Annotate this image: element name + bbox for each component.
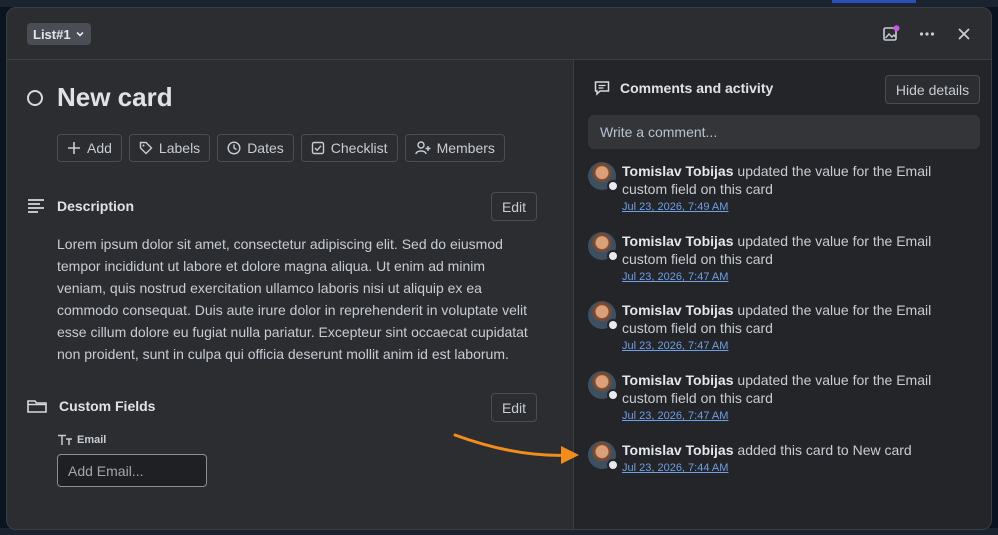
clock-icon: [227, 141, 241, 155]
avatar-badge: [607, 250, 619, 262]
description-edit-button[interactable]: Edit: [491, 192, 537, 221]
list-selector-label: List#1: [33, 26, 71, 42]
cover-image-button[interactable]: [879, 22, 903, 46]
description-title: Description: [57, 198, 135, 214]
avatar[interactable]: [588, 162, 619, 192]
members-button[interactable]: Members: [404, 134, 505, 162]
activity-date[interactable]: Jul 23, 2026, 7:44 AM: [622, 459, 980, 477]
comment-input[interactable]: Write a comment...: [588, 115, 980, 149]
modal-header: List#1: [7, 8, 991, 60]
avatar[interactable]: [588, 232, 619, 262]
checkbox-icon: [311, 141, 324, 155]
card-title-row: New card: [27, 82, 173, 113]
cover-image-icon: [883, 25, 900, 41]
dates-button-label: Dates: [247, 140, 284, 156]
description-header: Description: [27, 198, 134, 214]
activity-description: added this card to New card: [733, 442, 912, 458]
avatar-badge: [607, 319, 619, 331]
add-person-icon: [414, 141, 431, 155]
description-text[interactable]: Lorem ipsum dolor sit amet, consectetur …: [57, 233, 537, 365]
avatar[interactable]: [588, 371, 619, 401]
activity-user[interactable]: Tomislav Tobijas: [622, 372, 734, 388]
activity-user[interactable]: Tomislav Tobijas: [622, 233, 734, 249]
activity-date[interactable]: Jul 23, 2026, 7:47 AM: [622, 407, 980, 425]
email-label-text: Email: [77, 434, 107, 446]
hide-details-button[interactable]: Hide details: [885, 75, 980, 104]
members-button-label: Members: [436, 140, 495, 156]
custom-fields-header: Custom Fields: [27, 398, 155, 414]
checklist-button[interactable]: Checklist: [300, 134, 398, 162]
comment-icon: [594, 81, 610, 96]
custom-fields-edit-button[interactable]: Edit: [491, 393, 537, 422]
activity-user[interactable]: Tomislav Tobijas: [622, 302, 734, 318]
list-selector-button[interactable]: List#1: [27, 23, 91, 45]
add-button[interactable]: Add: [57, 134, 122, 162]
card-title[interactable]: New card: [57, 82, 173, 113]
card-actions: Add Labels Dates Checklist Members: [57, 134, 505, 162]
add-button-label: Add: [87, 140, 112, 156]
activity-text: Tomislav Tobijas updated the value for t…: [622, 232, 980, 286]
activity-date[interactable]: Jul 23, 2026, 7:49 AM: [622, 198, 980, 216]
labels-button-label: Labels: [158, 140, 201, 156]
dates-button[interactable]: Dates: [217, 134, 294, 162]
more-icon: [919, 32, 935, 36]
background-accent: [832, 0, 916, 3]
activity-text: Tomislav Tobijas updated the value for t…: [622, 162, 980, 216]
avatar-badge: [607, 389, 619, 401]
card-modal: List#1 New card Add Labels Dates Checkli…: [6, 7, 992, 530]
custom-fields-title: Custom Fields: [59, 398, 156, 414]
avatar-badge: [607, 180, 619, 192]
close-button[interactable]: [952, 22, 976, 46]
activity-user[interactable]: Tomislav Tobijas: [622, 163, 734, 179]
avatar[interactable]: [588, 441, 619, 471]
email-field[interactable]: [57, 454, 207, 487]
avatar[interactable]: [588, 301, 619, 331]
avatar-badge: [607, 459, 619, 471]
activity-date[interactable]: Jul 23, 2026, 7:47 AM: [622, 337, 980, 355]
description-icon: [28, 199, 44, 213]
comments-title: Comments and activity: [620, 80, 774, 96]
comments-panel: Comments and activity Hide details Write…: [573, 60, 991, 529]
labels-button[interactable]: Labels: [128, 134, 211, 162]
tag-icon: [139, 141, 153, 155]
chevron-down-icon: [76, 31, 84, 37]
activity-text: Tomislav Tobijas updated the value for t…: [622, 371, 980, 425]
activity-text: Tomislav Tobijas added this card to New …: [622, 441, 980, 477]
email-field-label: Email: [57, 434, 106, 446]
activity-user[interactable]: Tomislav Tobijas: [622, 442, 734, 458]
annotation-arrow-icon: [453, 433, 579, 464]
text-type-icon: [58, 434, 72, 445]
plus-icon: [68, 142, 80, 154]
checklist-button-label: Checklist: [330, 140, 388, 156]
custom-fields-icon: [27, 400, 47, 413]
more-options-button[interactable]: [915, 22, 939, 46]
close-icon: [958, 28, 970, 40]
activity-date[interactable]: Jul 23, 2026, 7:47 AM: [622, 268, 980, 286]
activity-text: Tomislav Tobijas updated the value for t…: [622, 301, 980, 355]
complete-circle-icon[interactable]: [27, 89, 43, 106]
comments-header: Comments and activity: [594, 80, 773, 96]
